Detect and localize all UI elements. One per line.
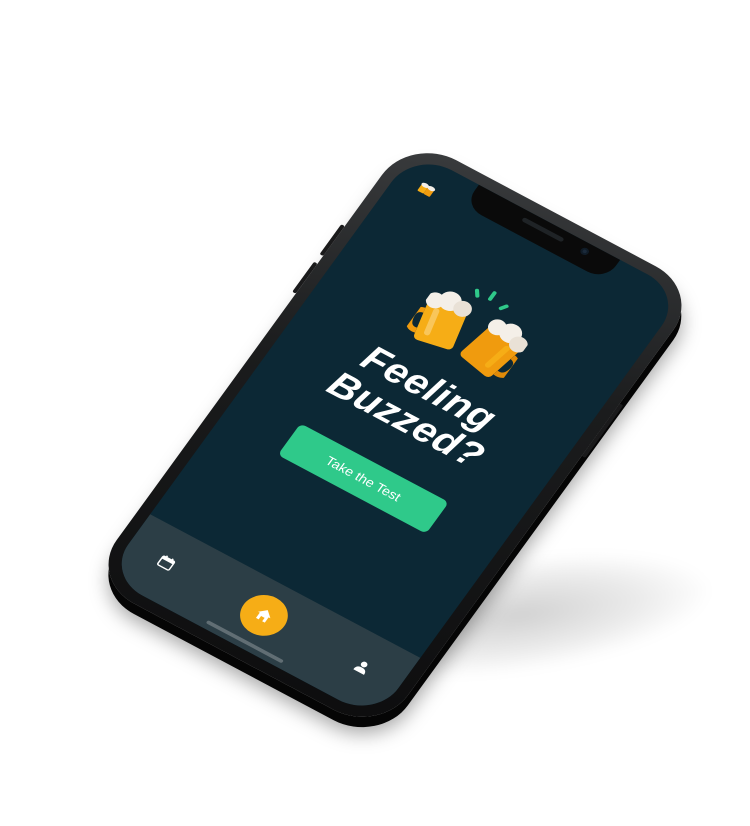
home-button[interactable]: [231, 587, 297, 644]
tab-bar: [105, 514, 421, 720]
beer-mugs-icon: [414, 178, 440, 200]
notch: [463, 184, 621, 281]
calendar-icon[interactable]: [155, 553, 178, 573]
home-icon: [251, 604, 277, 626]
front-camera: [578, 246, 591, 257]
stage: Feeling Buzzed? Take the Test: [0, 0, 750, 826]
profile-icon[interactable]: [351, 657, 374, 677]
